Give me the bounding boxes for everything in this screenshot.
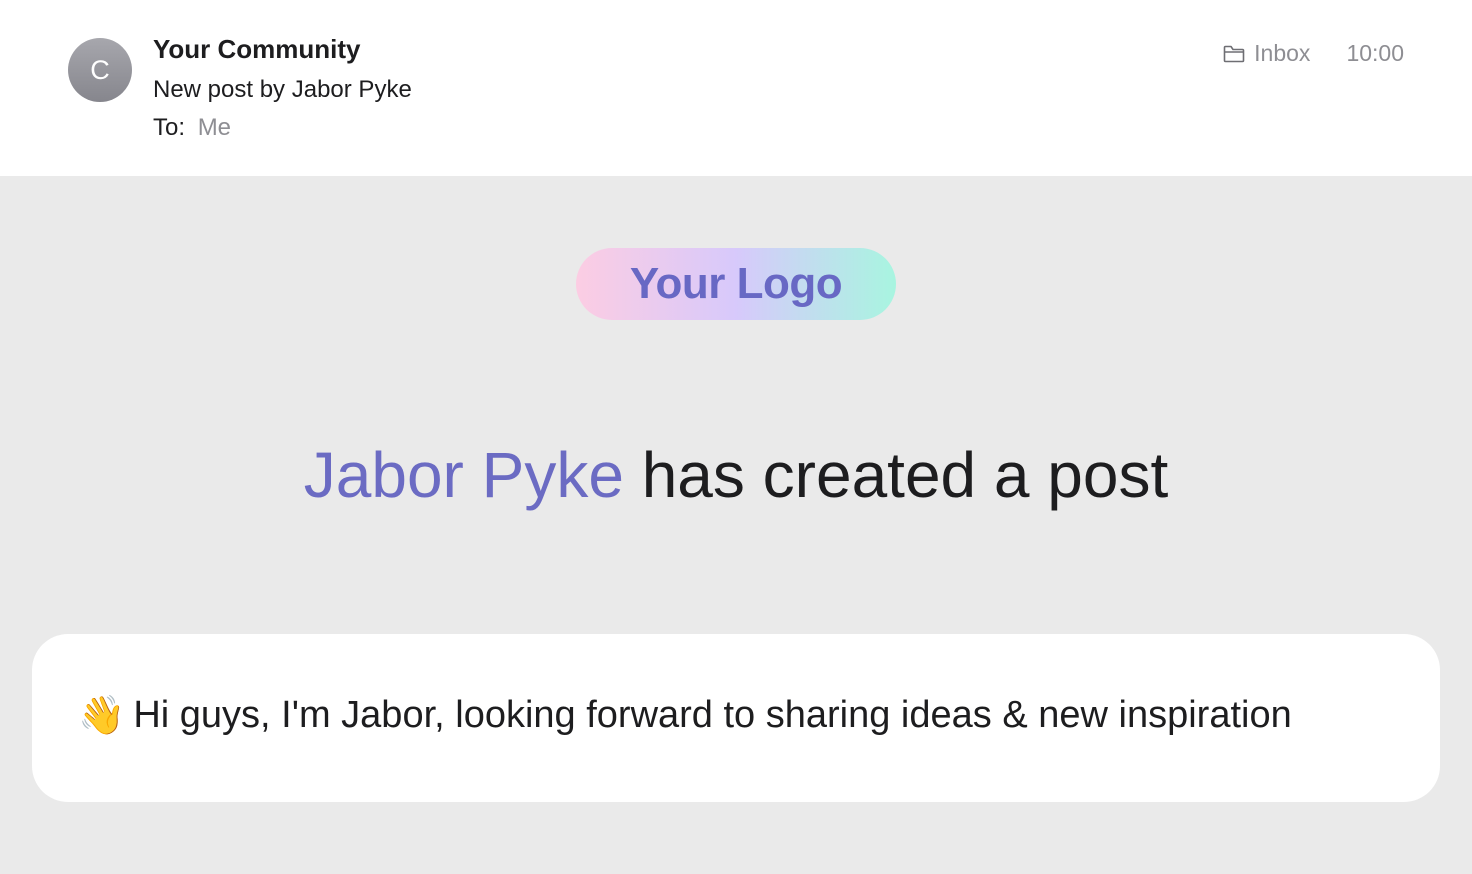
recipient-row: To: Me	[153, 114, 231, 142]
sender-name[interactable]: Your Community	[153, 34, 361, 65]
post-text: Hi guys, I'm Jabor, looking forward to s…	[133, 694, 1292, 736]
logo-badge: Your Logo	[576, 248, 896, 320]
folder-icon	[1222, 42, 1246, 66]
headline-author[interactable]: Jabor Pyke	[304, 439, 624, 511]
email-header: C Your Community New post by Jabor Pyke …	[0, 0, 1472, 176]
folder-label[interactable]: Inbox	[1254, 40, 1310, 67]
post-card: 👋 Hi guys, I'm Jabor, looking forward to…	[32, 634, 1440, 802]
email-meta: Inbox 10:00	[1222, 40, 1404, 67]
post-headline: Jabor Pyke has created a post	[0, 438, 1472, 512]
headline-text: has created a post	[623, 439, 1169, 511]
to-label: To:	[153, 114, 186, 141]
post-content: 👋 Hi guys, I'm Jabor, looking forward to…	[78, 693, 1292, 738]
sender-avatar[interactable]: C	[68, 38, 132, 102]
email-time: 10:00	[1346, 40, 1404, 66]
recipient-name[interactable]: Me	[198, 114, 231, 141]
email-subject: New post by Jabor Pyke	[153, 76, 412, 103]
logo-text: Your Logo	[629, 259, 843, 308]
waving-hand-icon: 👋	[78, 693, 126, 737]
